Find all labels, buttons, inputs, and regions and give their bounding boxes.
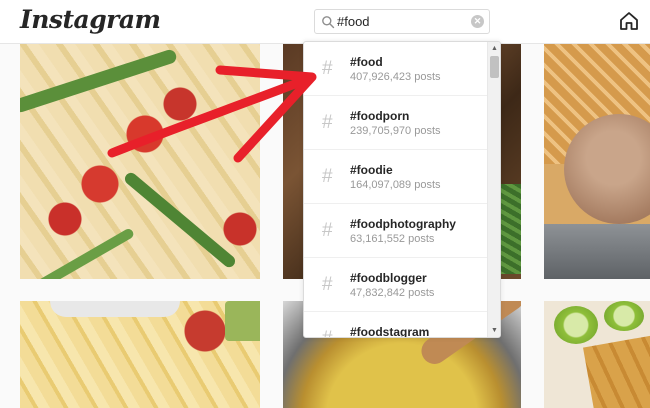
suggestion-list: # #food 407,926,423 posts # #foodporn 23… — [304, 42, 488, 338]
suggestion-post-count: 407,926,423 posts — [350, 71, 441, 83]
suggestion-post-count: 164,097,089 posts — [350, 179, 441, 191]
search-input[interactable]: #food — [337, 14, 370, 29]
suggestion-tag: #foodstagram — [350, 325, 430, 338]
post-thumbnail-pasta-salad[interactable] — [20, 44, 260, 279]
hashtag-icon: # — [322, 58, 333, 79]
suggestion-item[interactable]: # #foodie 164,097,089 posts — [304, 150, 488, 204]
home-icon[interactable] — [618, 10, 640, 32]
hashtag-icon: # — [322, 166, 333, 187]
suggestion-item[interactable]: # #foodstagram — [304, 312, 488, 338]
instagram-logo[interactable]: Instagram — [20, 5, 161, 34]
hashtag-icon: # — [322, 220, 333, 241]
scrollbar-thumb[interactable] — [490, 56, 499, 78]
hashtag-icon: # — [322, 274, 333, 295]
suggestion-item[interactable]: # #food 407,926,423 posts — [304, 42, 488, 96]
suggestion-tag: #foodblogger — [350, 271, 427, 285]
suggestion-item[interactable]: # #foodporn 239,705,970 posts — [304, 96, 488, 150]
scroll-down-icon[interactable]: ▼ — [488, 327, 500, 334]
top-navigation-bar: Instagram #food ✕ — [0, 0, 650, 44]
clear-icon[interactable]: ✕ — [471, 15, 484, 28]
suggestion-item[interactable]: # #foodphotography 63,161,552 posts — [304, 204, 488, 258]
suggestion-post-count: 63,161,552 posts — [350, 233, 435, 245]
dropdown-scrollbar[interactable]: ▲ ▼ — [487, 42, 500, 337]
search-box[interactable]: #food ✕ — [314, 9, 490, 34]
post-thumbnail-macaroni[interactable] — [20, 301, 260, 408]
suggestion-tag: #foodphotography — [350, 217, 456, 231]
search-suggestions-dropdown: # #food 407,926,423 posts # #foodporn 23… — [303, 41, 501, 338]
scroll-up-icon[interactable]: ▲ — [488, 45, 500, 52]
suggestion-post-count: 47,832,842 posts — [350, 287, 435, 299]
hashtag-icon: # — [322, 328, 333, 337]
suggestion-tag: #foodporn — [350, 109, 410, 123]
suggestion-tag: #food — [350, 55, 383, 69]
hashtag-icon: # — [322, 112, 333, 133]
post-thumbnail-ice-cream-waffle[interactable] — [544, 44, 650, 279]
suggestion-post-count: 239,705,970 posts — [350, 125, 441, 137]
search-icon — [322, 16, 335, 29]
suggestion-tag: #foodie — [350, 163, 393, 177]
post-thumbnail-tacos-lime[interactable] — [544, 301, 650, 408]
suggestion-item[interactable]: # #foodblogger 47,832,842 posts — [304, 258, 488, 312]
